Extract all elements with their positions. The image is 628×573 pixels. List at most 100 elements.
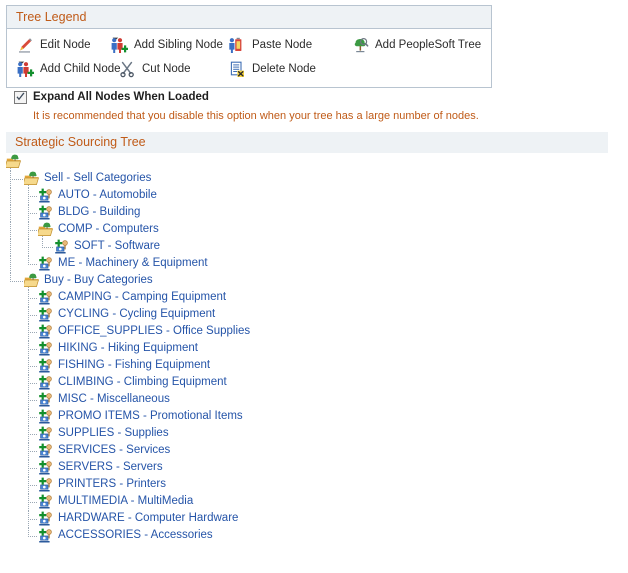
tree-node: CLIMBING - Climbing Equipment bbox=[0, 375, 628, 392]
tree-node: HIKING - Hiking Equipment bbox=[0, 341, 628, 358]
leaf-node-icon[interactable] bbox=[38, 494, 56, 511]
folder-tree-icon[interactable] bbox=[22, 273, 42, 290]
tree-root-node bbox=[0, 154, 628, 171]
tree-legend-items: Edit Node Add Sibling Node Paste Node Add P… bbox=[7, 29, 491, 87]
legend-item-label: Delete Node bbox=[252, 63, 316, 75]
tree-connector-horizontal bbox=[28, 349, 38, 350]
legend-item-label: Cut Node bbox=[142, 63, 191, 75]
tree-node: AUTO - Automobile bbox=[0, 188, 628, 205]
tree-node: HARDWARE - Computer Hardware bbox=[0, 511, 628, 528]
tree-node-label[interactable]: BLDG - Building bbox=[58, 206, 140, 218]
tree-node-label[interactable]: Sell - Sell Categories bbox=[44, 172, 151, 184]
tree-node: PRINTERS - Printers bbox=[0, 477, 628, 494]
tree-connector-horizontal bbox=[28, 519, 38, 520]
expand-all-label: Expand All Nodes When Loaded bbox=[33, 91, 209, 103]
leaf-node-icon[interactable] bbox=[38, 477, 56, 494]
tree-connector-horizontal bbox=[10, 281, 24, 282]
tree-node: COMP - Computers bbox=[0, 222, 628, 239]
add-sibling-icon bbox=[111, 37, 128, 54]
tree-node-label[interactable]: Buy - Buy Categories bbox=[44, 274, 153, 286]
leaf-node-icon[interactable] bbox=[38, 409, 56, 426]
legend-item-paste-node[interactable]: Paste Node bbox=[229, 33, 312, 57]
tree-connector-horizontal bbox=[42, 247, 54, 248]
leaf-node-icon[interactable] bbox=[38, 528, 56, 545]
tree-node: FISHING - Fishing Equipment bbox=[0, 358, 628, 375]
expand-all-option-group: Expand All Nodes When Loaded It is recom… bbox=[14, 89, 614, 122]
legend-item-add-sibling-node[interactable]: Add Sibling Node bbox=[111, 33, 223, 57]
tree-connector-horizontal bbox=[28, 383, 38, 384]
leaf-node-icon[interactable] bbox=[38, 358, 56, 375]
tree-node-label[interactable]: CLIMBING - Climbing Equipment bbox=[58, 376, 227, 388]
expand-all-recommendation: It is recommended that you disable this … bbox=[33, 110, 479, 122]
tree-connector-horizontal bbox=[28, 434, 38, 435]
tree-node-label[interactable]: HIKING - Hiking Equipment bbox=[58, 342, 198, 354]
legend-item-label: Add PeopleSoft Tree bbox=[375, 39, 482, 51]
tree-node: Sell - Sell Categories bbox=[0, 171, 628, 188]
add-child-icon bbox=[17, 61, 34, 78]
strategic-sourcing-tree: Sell - Sell Categories AUTO - Automobile B… bbox=[0, 154, 628, 545]
tree-node-label[interactable]: PRINTERS - Printers bbox=[58, 478, 166, 490]
leaf-node-icon[interactable] bbox=[38, 375, 56, 392]
tree-node-label[interactable]: MISC - Miscellaneous bbox=[58, 393, 170, 405]
legend-row-1: Edit Node Add Sibling Node Paste Node Add P… bbox=[7, 33, 491, 57]
folder-tree-icon[interactable] bbox=[22, 171, 42, 188]
tree-node-label[interactable]: MULTIMEDIA - MultiMedia bbox=[58, 495, 193, 507]
legend-item-cut-node[interactable]: Cut Node bbox=[119, 57, 191, 81]
leaf-node-icon[interactable] bbox=[38, 307, 56, 324]
leaf-node-icon[interactable] bbox=[38, 188, 56, 205]
legend-item-label: Add Child Node bbox=[40, 63, 121, 75]
tree-node: ACCESSORIES - Accessories bbox=[0, 528, 628, 545]
legend-item-delete-node[interactable]: Delete Node bbox=[229, 57, 316, 81]
tree-connector-horizontal bbox=[28, 400, 38, 401]
tree-connector-horizontal bbox=[28, 502, 38, 503]
peoplesoft-tree-icon bbox=[352, 37, 369, 54]
tree-node-label[interactable]: OFFICE_SUPPLIES - Office Supplies bbox=[58, 325, 250, 337]
expand-all-checkbox[interactable] bbox=[14, 90, 27, 104]
tree-legend-panel: Tree Legend Edit Node Add Sibling Node Pas… bbox=[6, 5, 492, 88]
tree-node-label[interactable]: AUTO - Automobile bbox=[58, 189, 157, 201]
leaf-node-icon[interactable] bbox=[38, 341, 56, 358]
tree-node-label[interactable]: COMP - Computers bbox=[58, 223, 159, 235]
tree-connector-horizontal bbox=[28, 264, 38, 265]
legend-item-edit-node[interactable]: Edit Node bbox=[17, 33, 91, 57]
tree-node-label[interactable]: HARDWARE - Computer Hardware bbox=[58, 512, 238, 524]
leaf-node-icon[interactable] bbox=[38, 426, 56, 443]
tree-node-label[interactable]: FISHING - Fishing Equipment bbox=[58, 359, 210, 371]
tree-node-label[interactable]: SOFT - Software bbox=[74, 240, 160, 252]
folder-tree-icon[interactable] bbox=[4, 154, 24, 171]
leaf-node-icon[interactable] bbox=[38, 392, 56, 409]
leaf-node-icon[interactable] bbox=[38, 511, 56, 528]
leaf-node-icon[interactable] bbox=[38, 256, 56, 273]
tree-node: SERVERS - Servers bbox=[0, 460, 628, 477]
tree-connector-horizontal bbox=[28, 536, 38, 537]
legend-row-2: Add Child Node Cut Node Delete Node bbox=[7, 57, 491, 81]
tree-node-label[interactable]: PROMO ITEMS - Promotional Items bbox=[58, 410, 243, 422]
tree-connector-vertical bbox=[10, 205, 11, 222]
tree-node-label[interactable]: ME - Machinery & Equipment bbox=[58, 257, 208, 269]
leaf-node-icon[interactable] bbox=[38, 205, 56, 222]
tree-connector-horizontal bbox=[28, 298, 38, 299]
scissors-icon bbox=[119, 61, 136, 78]
tree-connector-horizontal bbox=[28, 468, 38, 469]
leaf-node-icon[interactable] bbox=[38, 443, 56, 460]
tree-section-title: Strategic Sourcing Tree bbox=[6, 132, 608, 153]
tree-node-label[interactable]: SERVICES - Services bbox=[58, 444, 170, 456]
tree-node-label[interactable]: CAMPING - Camping Equipment bbox=[58, 291, 226, 303]
tree-node-label[interactable]: ACCESSORIES - Accessories bbox=[58, 529, 213, 541]
tree-node-label[interactable]: SERVERS - Servers bbox=[58, 461, 163, 473]
tree-node-label[interactable]: SUPPLIES - Supplies bbox=[58, 427, 169, 439]
tree-node: OFFICE_SUPPLIES - Office Supplies bbox=[0, 324, 628, 341]
legend-item-label: Add Sibling Node bbox=[134, 39, 223, 51]
legend-item-add-child-node[interactable]: Add Child Node bbox=[17, 57, 121, 81]
tree-node: ME - Machinery & Equipment bbox=[0, 256, 628, 273]
folder-tree-icon[interactable] bbox=[36, 222, 56, 239]
tree-node: CAMPING - Camping Equipment bbox=[0, 290, 628, 307]
tree-node: SOFT - Software bbox=[0, 239, 628, 256]
tree-node: SUPPLIES - Supplies bbox=[0, 426, 628, 443]
leaf-node-icon[interactable] bbox=[38, 290, 56, 307]
legend-item-add-peoplesoft-tree[interactable]: Add PeopleSoft Tree bbox=[352, 33, 481, 57]
leaf-node-icon[interactable] bbox=[54, 239, 72, 256]
leaf-node-icon[interactable] bbox=[38, 324, 56, 341]
leaf-node-icon[interactable] bbox=[38, 460, 56, 477]
tree-node-label[interactable]: CYCLING - Cycling Equipment bbox=[58, 308, 215, 320]
